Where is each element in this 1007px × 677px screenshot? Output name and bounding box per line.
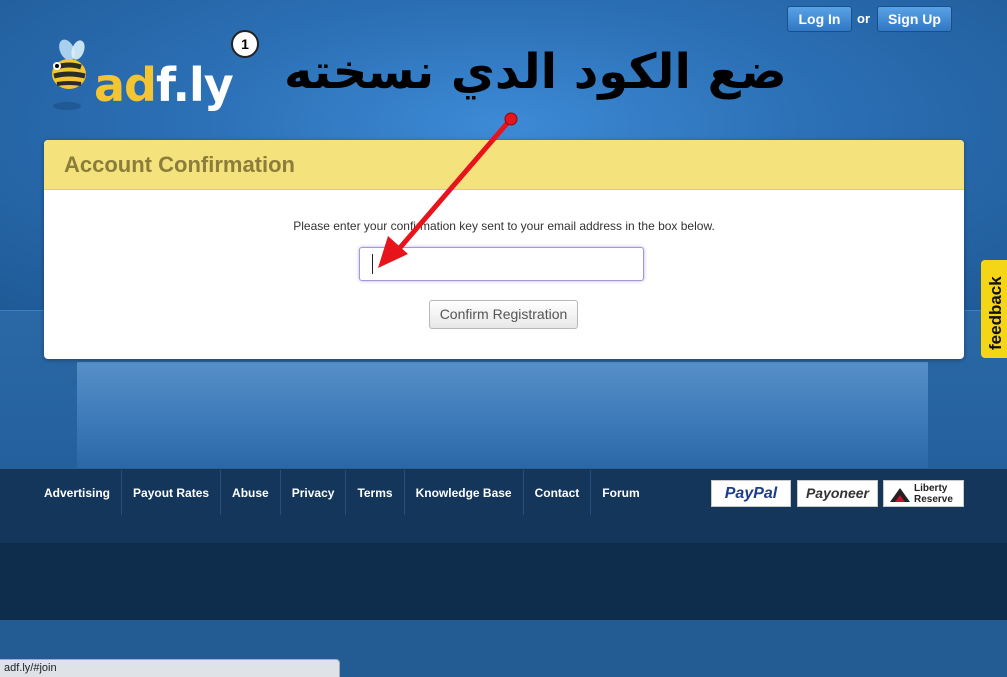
arabic-instruction-annotation: ضع الكود الدي نسخته (284, 44, 787, 100)
text-caret (372, 254, 373, 274)
content-panel-background (77, 362, 928, 468)
confirmation-instructions: Please enter your confirmation key sent … (293, 219, 715, 233)
feedback-tab-label: feedback (986, 276, 1005, 350)
footer-link-knowledge-base[interactable]: Knowledge Base (405, 470, 524, 515)
browser-status-bar: adf.ly/#join (0, 659, 340, 677)
liberty-reserve-line2: Reserve (914, 494, 953, 505)
liberty-reserve-text: Liberty Reserve (914, 483, 953, 505)
paypal-logo: PayPal (711, 480, 791, 507)
footer-link-terms[interactable]: Terms (346, 470, 405, 515)
confirmation-key-input[interactable] (359, 247, 644, 281)
liberty-reserve-line1: Liberty (914, 483, 948, 494)
footer-link-privacy[interactable]: Privacy (281, 470, 347, 515)
footer-link-forum[interactable]: Forum (591, 470, 650, 515)
confirm-registration-button[interactable]: Confirm Registration (429, 300, 578, 329)
card-header: Account Confirmation (44, 140, 964, 190)
logo-wordmark-part2: f.ly (155, 58, 234, 112)
footer-dark-band (0, 543, 1007, 620)
account-confirmation-card: Account Confirmation Please enter your c… (44, 140, 964, 359)
footer-link-payout-rates[interactable]: Payout Rates (122, 470, 222, 515)
step-number-badge: 1 (231, 30, 259, 58)
logo-wordmark: adf.ly (94, 58, 234, 112)
payoneer-logo: Payoneer (797, 480, 878, 507)
card-title: Account Confirmation (64, 152, 295, 177)
signup-button[interactable]: Sign Up (877, 6, 952, 32)
footer-link-contact[interactable]: Contact (524, 470, 592, 515)
footer-link-advertising[interactable]: Advertising (33, 470, 123, 515)
logo-wordmark-part1: ad (94, 58, 157, 112)
footer-links: Advertising Payout Rates Abuse Privacy T… (33, 470, 651, 515)
login-button[interactable]: Log In (787, 6, 852, 32)
liberty-reserve-logo: Liberty Reserve (883, 480, 964, 507)
liberty-reserve-icon (890, 488, 910, 502)
or-separator: or (857, 11, 870, 26)
footer-link-abuse[interactable]: Abuse (221, 470, 281, 515)
